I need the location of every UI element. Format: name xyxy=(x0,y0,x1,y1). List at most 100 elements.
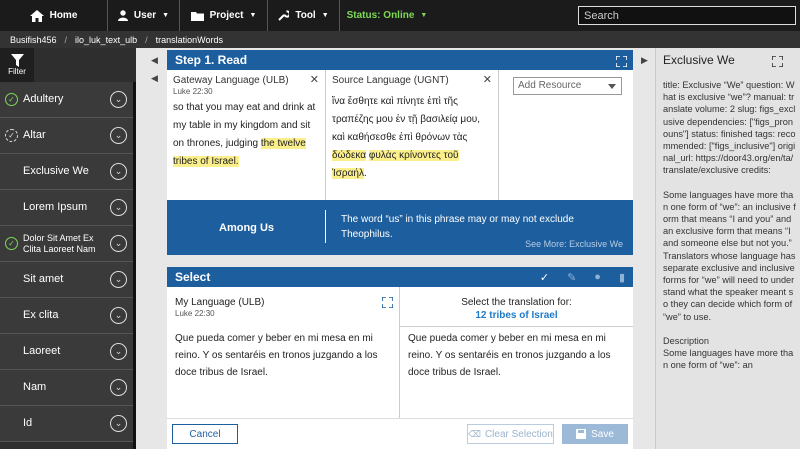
my-language-title: My Language (ULB) xyxy=(175,297,265,308)
expand-icon[interactable] xyxy=(771,54,784,68)
help-description-title: Description xyxy=(663,335,709,346)
chevron-down-icon: ▼ xyxy=(162,12,170,19)
user-label: User xyxy=(133,10,157,21)
search-input[interactable] xyxy=(578,6,796,25)
select-panel-title: Select xyxy=(175,270,211,284)
save-button[interactable]: Save xyxy=(562,424,628,444)
selection-target: 12 tribes of Israel xyxy=(475,310,558,321)
sidebar-item-label: Exclusive We xyxy=(23,165,89,177)
breadcrumb-separator: / xyxy=(145,34,148,45)
my-language-text: Que pueda comer y beber en mi mesa en mi… xyxy=(175,333,378,378)
help-description: Some languages have more than one form o… xyxy=(663,348,794,371)
pencil-icon[interactable]: ✎ xyxy=(567,271,576,284)
check-circle-icon: ✓ xyxy=(5,93,18,106)
chevron-down-icon[interactable]: ⌄ xyxy=(110,91,127,108)
tool-label: Tool xyxy=(295,10,316,21)
sidebar-item-altar[interactable]: ✓ Altar ⌄ xyxy=(0,118,133,154)
source-language-title: Source Language (UGNT) xyxy=(332,75,449,86)
divider xyxy=(167,418,633,419)
project-label: Project xyxy=(209,10,244,21)
bookmark-icon[interactable]: ▮ xyxy=(619,271,625,284)
tool-menu[interactable]: Tool ▼ xyxy=(268,0,340,31)
sidebar-item-ex-clita[interactable]: Ex clita ⌄ xyxy=(0,298,133,334)
home-button[interactable]: Home xyxy=(0,0,108,31)
add-resource-dropdown[interactable]: Add Resource xyxy=(513,77,622,95)
expand-icon[interactable] xyxy=(381,295,394,309)
chevron-down-icon[interactable]: ⌄ xyxy=(110,199,127,216)
help-panel: Exclusive We title: Exclusive “We” quest… xyxy=(655,48,800,449)
my-language-column: My Language (ULB) Luke 22:30 Que pueda c… xyxy=(167,287,400,418)
collapse-left-arrow-icon[interactable]: ◀ xyxy=(151,55,158,66)
divider xyxy=(325,210,326,243)
see-more-link[interactable]: See More: Exclusive We xyxy=(525,239,623,249)
home-label: Home xyxy=(49,10,78,21)
sidebar-item-label: Sit amet xyxy=(23,273,64,285)
chevron-down-icon[interactable]: ⌄ xyxy=(110,379,127,396)
sidebar-item-label: Dolor Sit Amet Ex Clita Laoreet Nam xyxy=(23,232,96,254)
chevron-down-icon: ▼ xyxy=(249,12,257,19)
check-info-text: The word “us” in this phrase may or may … xyxy=(341,214,574,240)
chevron-down-icon: ▼ xyxy=(420,12,428,19)
filter-button[interactable]: Filter xyxy=(0,48,34,82)
sidebar-item-label: Lorem Ipsum xyxy=(23,201,88,213)
chevron-down-icon: ▼ xyxy=(321,12,329,19)
sidebar-item-lorem-ipsum[interactable]: Lorem Ipsum ⌄ xyxy=(0,190,133,226)
selection-column: Select the translation for: 12 tribes of… xyxy=(400,287,633,418)
check-info-card: Among Us The word “us” in this phrase ma… xyxy=(167,200,633,255)
user-menu[interactable]: User ▼ xyxy=(108,0,180,31)
chevron-down-icon[interactable]: ⌄ xyxy=(110,127,127,144)
sidebar-item-exclusive-we[interactable]: Exclusive We ⌄ xyxy=(0,154,133,190)
sidebar-item-laoreet[interactable]: Laoreet ⌄ xyxy=(0,334,133,370)
chevron-down-icon[interactable]: ⌄ xyxy=(110,307,127,324)
sidebar: Filter ✓ Adultery ⌄ ✓ Altar ⌄ Exclusive … xyxy=(0,48,136,449)
select-panel: Select ✓ ✎ ● ▮ My Language (ULB) Luke 22… xyxy=(167,267,633,449)
gateway-reference: Luke 22:30 xyxy=(173,87,213,96)
chevron-down-icon[interactable]: ⌄ xyxy=(110,163,127,180)
chevron-down-icon[interactable]: ⌄ xyxy=(110,271,127,288)
my-language-reference: Luke 22:30 xyxy=(175,309,215,318)
add-resource-label: Add Resource xyxy=(518,80,582,91)
breadcrumb-item[interactable]: translationWords xyxy=(156,35,223,45)
check-circle-icon: ✓ xyxy=(5,237,18,250)
breadcrumb: Busifish456 / ilo_luk_text_ulb / transla… xyxy=(0,31,800,48)
select-for-label: Select the translation for: xyxy=(461,297,572,308)
home-icon xyxy=(29,9,44,22)
gateway-language-title: Gateway Language (ULB) xyxy=(173,75,289,86)
divider xyxy=(400,326,633,327)
sidebar-item-adultery[interactable]: ✓ Adultery ⌄ xyxy=(0,82,133,118)
expand-right-arrow-icon[interactable]: ▶ xyxy=(641,55,648,66)
sidebar-item-dolor-sit-amet[interactable]: ✓ Dolor Sit Amet Ex Clita Laoreet Nam ⌄ xyxy=(0,226,133,262)
project-menu[interactable]: Project ▼ xyxy=(180,0,268,31)
breadcrumb-item[interactable]: ilo_luk_text_ulb xyxy=(75,35,137,45)
comment-icon[interactable]: ● xyxy=(594,271,601,284)
read-panel-title: Step 1. Read xyxy=(175,53,248,67)
sidebar-item-label: Ex clita xyxy=(23,309,59,321)
sidebar-item-sit-amet[interactable]: Sit amet ⌄ xyxy=(0,262,133,298)
top-navigation-bar: Home User ▼ Project ▼ Tool ▼ Status: Onl… xyxy=(0,0,800,31)
breadcrumb-item[interactable]: Busifish456 xyxy=(10,35,57,45)
filter-label: Filter xyxy=(8,67,26,76)
user-icon xyxy=(117,10,128,21)
help-paragraph: Some languages have more than one form o… xyxy=(663,189,796,322)
select-toolbar: ✓ ✎ ● ▮ xyxy=(540,271,625,284)
status-menu[interactable]: Status: Online ▼ xyxy=(340,0,434,31)
sidebar-item-label: Adultery xyxy=(23,93,64,105)
sidebar-item-nam[interactable]: Nam ⌄ xyxy=(0,370,133,406)
expand-icon[interactable] xyxy=(615,54,628,68)
cancel-button[interactable]: Cancel xyxy=(172,424,238,444)
chevron-down-icon[interactable]: ⌄ xyxy=(110,235,127,252)
checkmark-icon[interactable]: ✓ xyxy=(540,271,549,284)
chevron-down-icon[interactable]: ⌄ xyxy=(110,415,127,432)
translation-text[interactable]: Que pueda comer y beber en mi mesa en mi… xyxy=(408,330,628,381)
collapse-left-arrow-icon[interactable]: ◀ xyxy=(151,73,158,84)
clear-selection-button[interactable]: ⌫ Clear Selection xyxy=(467,424,554,444)
close-icon[interactable]: ✕ xyxy=(483,73,492,86)
close-icon[interactable]: ✕ xyxy=(310,73,319,86)
chevron-down-icon xyxy=(608,84,616,89)
help-panel-title: Exclusive We xyxy=(663,53,735,67)
chevron-down-icon[interactable]: ⌄ xyxy=(110,343,127,360)
status-label: Status: Online xyxy=(346,10,415,21)
breadcrumb-separator: / xyxy=(64,34,68,45)
sidebar-scrollbar[interactable] xyxy=(133,82,136,449)
sidebar-item-id[interactable]: Id ⌄ xyxy=(0,406,133,442)
